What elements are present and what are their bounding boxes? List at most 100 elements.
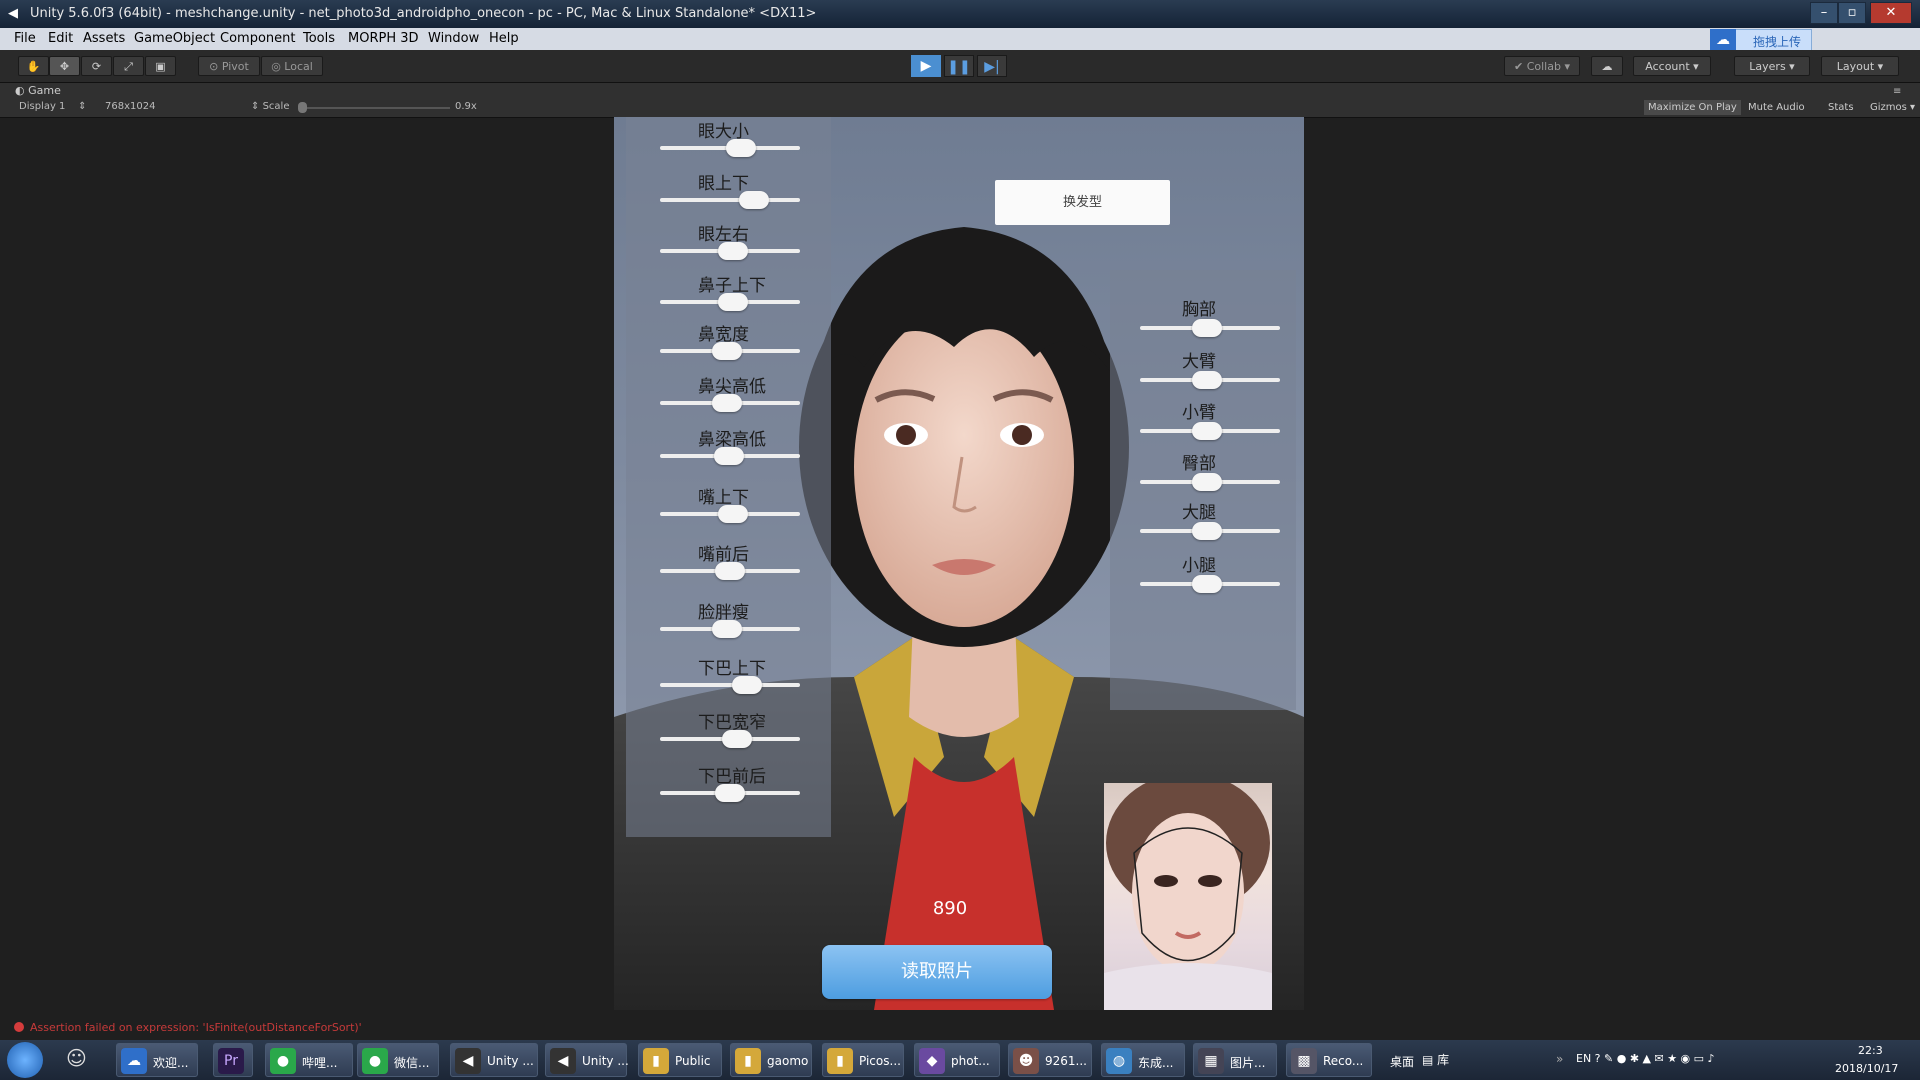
taskbar-app-icon: ● — [362, 1048, 388, 1074]
body-slider-thumb[interactable] — [1192, 319, 1223, 337]
gizmos-dropdown[interactable]: Gizmos ▾ — [1866, 100, 1919, 115]
collab-dropdown[interactable]: ✔ Collab ▾ — [1504, 56, 1580, 76]
body-slider-thumb[interactable] — [1192, 422, 1223, 440]
minimize-button[interactable]: – — [1810, 2, 1838, 24]
account-dropdown[interactable]: Account ▾ — [1633, 56, 1711, 76]
body-slider-thumb[interactable] — [1192, 371, 1223, 389]
error-text: Assertion failed on expression: 'IsFinit… — [30, 1021, 362, 1034]
scale-tool-button[interactable]: ⤢ — [113, 56, 144, 76]
face-slider-thumb[interactable] — [726, 139, 757, 157]
body-slider-label: 大臂 — [1182, 352, 1216, 372]
body-slider-thumb[interactable] — [1192, 575, 1223, 593]
stats-toggle[interactable]: Stats — [1824, 100, 1858, 115]
face-slider-thumb[interactable] — [738, 191, 769, 209]
scale-label: ⇕ Scale — [251, 101, 290, 112]
hand-tool-button[interactable]: ✋ — [18, 56, 49, 76]
taskbar-app-button[interactable]: ▮ Picos... — [822, 1043, 904, 1077]
taskbar-app-icon: ◀ — [455, 1048, 481, 1074]
close-button[interactable]: ✕ — [1870, 2, 1912, 24]
move-tool-button[interactable]: ✥ — [49, 56, 80, 76]
taskbar-app-button[interactable]: ◆ phot... — [914, 1043, 1000, 1077]
game-tab[interactable]: ◐ Game — [15, 84, 61, 97]
taskbar-app-button[interactable]: ▦ 图片... — [1193, 1043, 1277, 1077]
body-slider-thumb[interactable] — [1192, 522, 1223, 540]
layout-dropdown[interactable]: Layout ▾ — [1821, 56, 1899, 76]
read-photo-button[interactable]: 读取照片 — [822, 945, 1052, 999]
menu-edit[interactable]: Edit — [48, 31, 73, 46]
taskbar-app-button[interactable]: ▮ gaomo — [730, 1043, 812, 1077]
layers-dropdown[interactable]: Layers ▾ — [1734, 56, 1810, 76]
taskbar-app-button[interactable]: ◀ Unity ... — [545, 1043, 629, 1077]
play-button[interactable]: ▶ — [911, 55, 941, 77]
pivot-toggle[interactable]: ⊙ Pivot — [198, 56, 260, 76]
menu-window[interactable]: Window — [428, 31, 479, 46]
scale-slider-thumb[interactable] — [298, 102, 307, 113]
premiere-icon: Pr — [218, 1048, 244, 1074]
pinned-app-icon[interactable]: ☺ — [66, 1046, 96, 1074]
cloud-services-button[interactable]: ☁ — [1591, 56, 1623, 76]
scale-slider-track[interactable] — [300, 107, 450, 109]
taskbar-app-button[interactable]: ● 微信... — [357, 1043, 439, 1077]
pause-button[interactable]: ❚❚ — [944, 55, 974, 77]
face-slider-thumb[interactable] — [712, 394, 743, 412]
taskbar-app-button[interactable]: ◀ Unity ... — [450, 1043, 538, 1077]
mute-audio-toggle[interactable]: Mute Audio — [1744, 100, 1809, 115]
menu-help[interactable]: Help — [489, 31, 519, 46]
taskbar-app-button[interactable]: ▩ Reco... — [1286, 1043, 1372, 1077]
taskbar-app-label: 9261... — [1045, 1054, 1087, 1068]
menu-assets[interactable]: Assets — [83, 31, 125, 46]
taskbar-app-icon: ▦ — [1198, 1048, 1224, 1074]
game-view-header: ◐ Game Display 1 ⇕ 768x1024 ⇕ Scale 0.9x… — [0, 83, 1920, 118]
face-slider-thumb[interactable] — [717, 293, 748, 311]
step-button[interactable]: ▶| — [977, 55, 1007, 77]
premiere-taskbar-button[interactable]: Pr — [213, 1043, 253, 1077]
menu-gameobject[interactable]: GameObject — [134, 31, 215, 46]
clock-date[interactable]: 2018/10/17 — [1835, 1062, 1898, 1075]
menu-component[interactable]: Component — [220, 31, 295, 46]
resolution-dropdown[interactable]: 768x1024 — [105, 101, 155, 112]
face-slider-thumb[interactable] — [715, 784, 745, 802]
taskbar-app-button[interactable]: ▮ Public — [638, 1043, 722, 1077]
local-toggle[interactable]: ◎ Local — [261, 56, 323, 76]
face-slider-track[interactable] — [660, 198, 800, 202]
body-slider-label: 臀部 — [1182, 454, 1216, 474]
change-hairstyle-button[interactable]: 换发型 — [995, 180, 1170, 225]
cloud-icon: ☁ — [1601, 60, 1613, 73]
tray-library[interactable]: ▤ 库 — [1422, 1051, 1449, 1068]
start-button[interactable] — [7, 1042, 43, 1078]
maximize-on-play-toggle[interactable]: Maximize On Play — [1644, 100, 1741, 115]
face-slider-thumb[interactable] — [712, 620, 743, 638]
face-slider-thumb[interactable] — [731, 676, 762, 694]
maximize-button[interactable]: ▫ — [1838, 2, 1866, 24]
tray-overflow-icon[interactable]: » — [1556, 1052, 1563, 1066]
gizmos-label: Gizmos — [1870, 102, 1907, 113]
menu-morph3d[interactable]: MORPH 3D — [348, 31, 419, 46]
face-slider-thumb[interactable] — [722, 730, 752, 748]
tray-icons[interactable]: EN ? ✎ ● ✱ ▲ ✉ ★ ◉ ▭ ♪ — [1576, 1052, 1715, 1065]
taskbar-app-button[interactable]: ☁ 欢迎... — [116, 1043, 198, 1077]
face-slider-thumb[interactable] — [712, 342, 743, 360]
face-slider-thumb[interactable] — [717, 242, 748, 260]
taskbar-app-button[interactable]: ◍ 东成... — [1101, 1043, 1185, 1077]
cloud-upload-button[interactable]: ☁ 拖拽上传 — [1710, 29, 1812, 51]
collab-label: Collab — [1526, 60, 1561, 73]
rect-tool-button[interactable]: ▣ — [145, 56, 176, 76]
face-slider-thumb[interactable] — [715, 562, 745, 580]
face-slider-track[interactable] — [660, 683, 800, 687]
face-slider-thumb[interactable] — [717, 505, 748, 523]
taskbar-app-label: 图片... — [1230, 1056, 1266, 1070]
clock-time[interactable]: 22:3 — [1858, 1044, 1883, 1057]
panel-menu-icon[interactable]: ≡ — [1893, 86, 1901, 97]
taskbar-app-button[interactable]: ● 哔哩... — [265, 1043, 353, 1077]
menu-file[interactable]: File — [14, 31, 36, 46]
menu-tools[interactable]: Tools — [303, 31, 335, 46]
pivot-label: Pivot — [221, 60, 249, 73]
rotate-tool-button[interactable]: ⟳ — [81, 56, 112, 76]
face-slider-thumb[interactable] — [713, 447, 744, 465]
taskbar-app-button[interactable]: ☻ 9261... — [1008, 1043, 1092, 1077]
tray-desktop[interactable]: 桌面 — [1390, 1053, 1414, 1070]
body-slider-thumb[interactable] — [1192, 473, 1223, 491]
error-message[interactable]: Assertion failed on expression: 'IsFinit… — [14, 1021, 362, 1034]
display-dropdown[interactable]: Display 1 ⇕ — [19, 101, 87, 112]
taskbar-app-icon: ☁ — [121, 1048, 147, 1074]
